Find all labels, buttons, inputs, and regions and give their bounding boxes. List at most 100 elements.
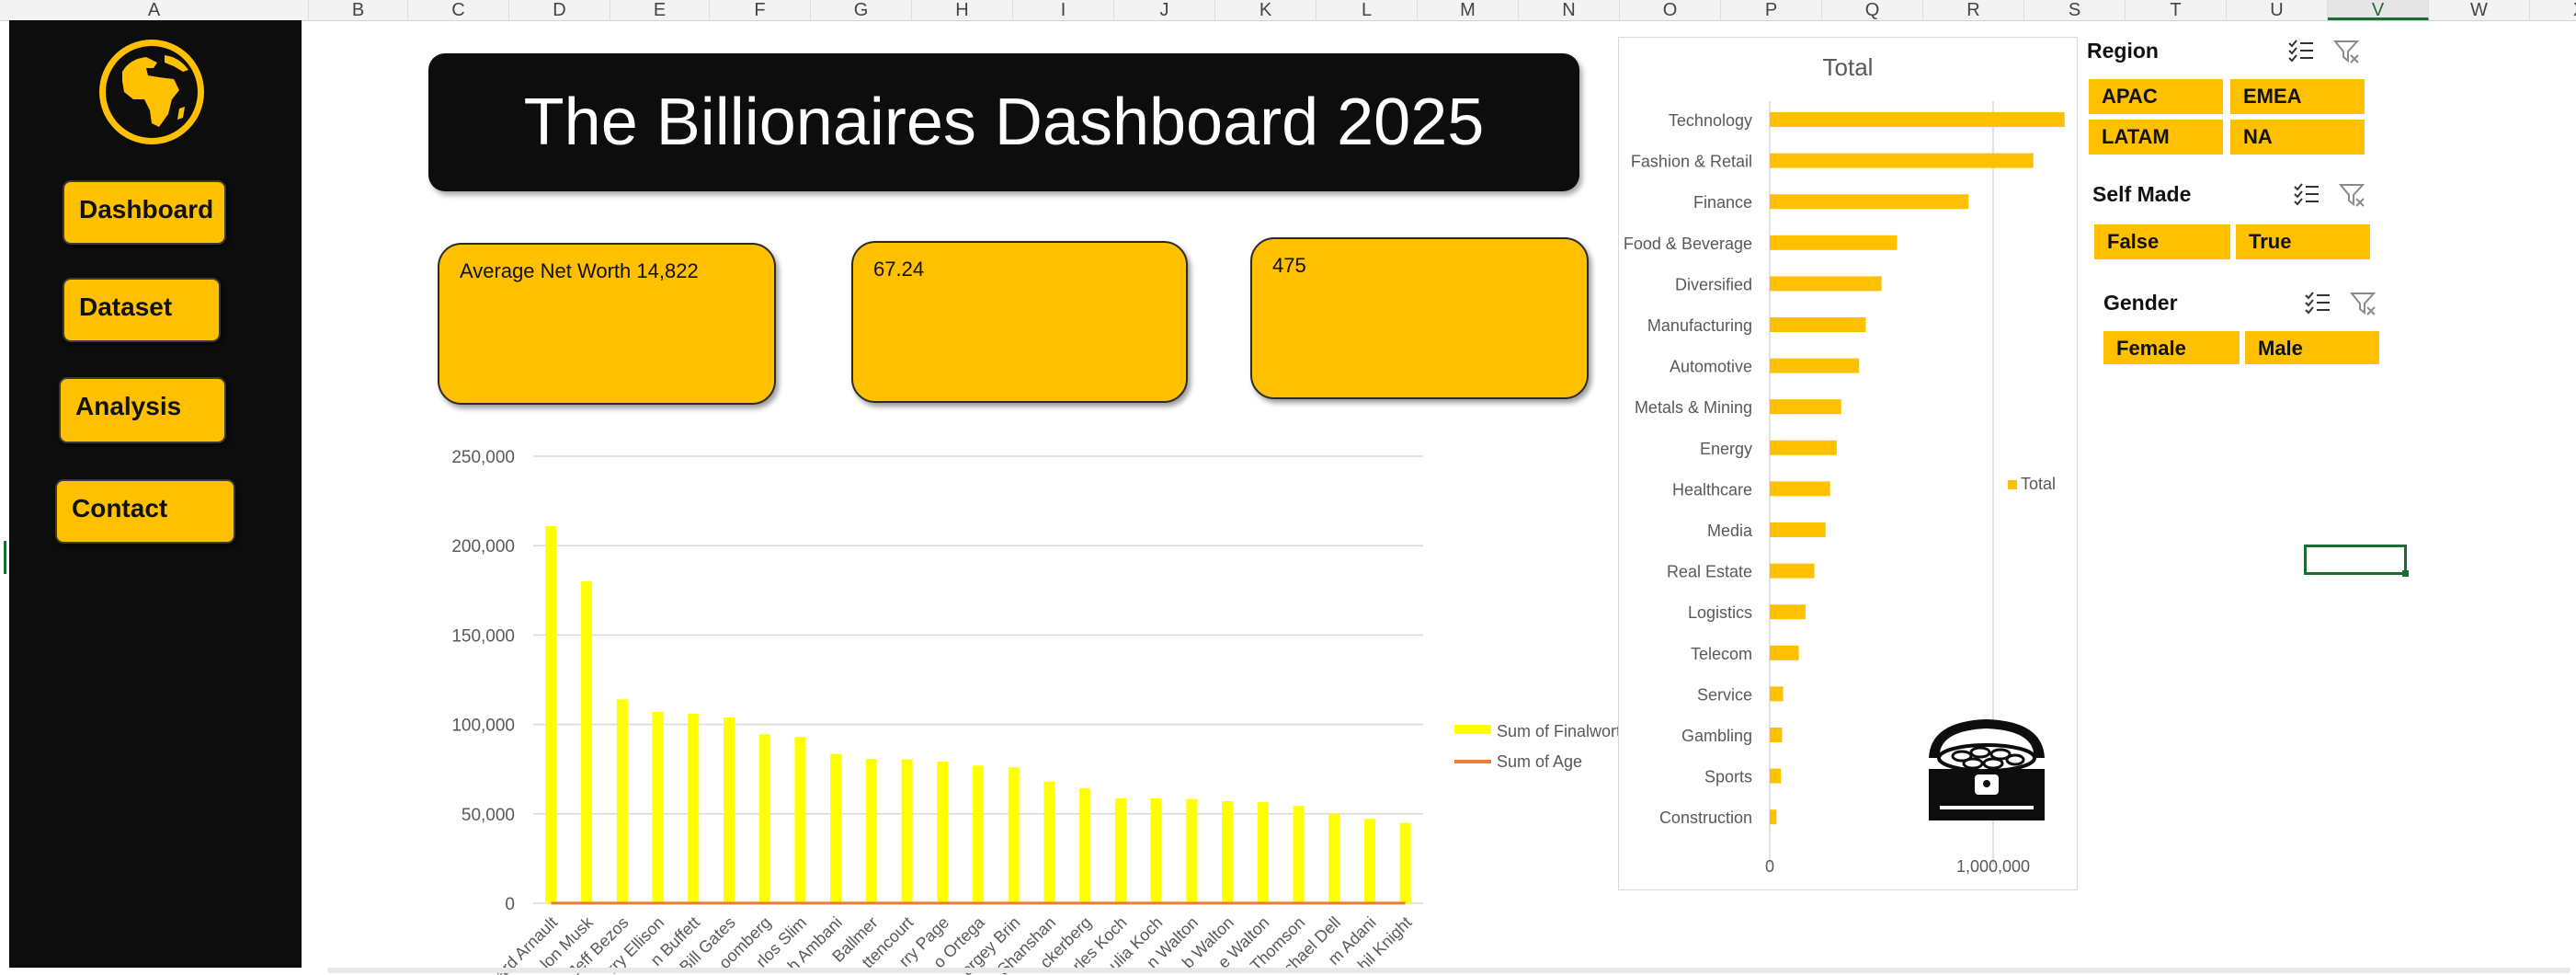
y-category-label: Media xyxy=(1707,522,1753,540)
net-worth-column-chart[interactable]: 050,000100,000150,000200,000250,000rnard… xyxy=(405,432,1618,975)
bar-net-worth xyxy=(616,699,628,903)
bar-net-worth xyxy=(1008,767,1020,903)
y-category-label: Healthcare xyxy=(1672,480,1752,499)
slicer-region-apac[interactable]: APAC xyxy=(2089,79,2223,114)
bar-net-worth xyxy=(1222,800,1234,903)
column-header-f[interactable]: F xyxy=(710,0,811,20)
x-tick-label: 0 xyxy=(1765,857,1774,876)
slicer-self-made-true[interactable]: True xyxy=(2236,224,2370,259)
column-header-e[interactable]: E xyxy=(610,0,710,20)
dashboard-title: The Billionaires Dashboard 2025 xyxy=(428,53,1579,191)
column-header-c[interactable]: C xyxy=(408,0,509,20)
column-header-l[interactable]: L xyxy=(1316,0,1418,20)
column-header-k[interactable]: K xyxy=(1215,0,1316,20)
bar-net-worth xyxy=(688,713,700,903)
chart-title: Total xyxy=(1823,53,1874,81)
bar-industry-total xyxy=(1770,645,1799,660)
column-header-q[interactable]: Q xyxy=(1822,0,1923,20)
nav-dashboard-button[interactable]: Dashboard xyxy=(63,180,226,245)
legend-label-total: Total xyxy=(2021,475,2056,493)
column-header-n[interactable]: N xyxy=(1519,0,1620,20)
x-tick-label: 1,000,000 xyxy=(1956,857,2030,876)
row-selection-marker xyxy=(4,541,6,574)
bar-net-worth xyxy=(901,759,913,903)
slicer-region-emea[interactable]: EMEA xyxy=(2230,79,2365,114)
y-category-label: Construction xyxy=(1659,809,1752,827)
y-category-label: Logistics xyxy=(1688,603,1752,622)
column-header-o[interactable]: O xyxy=(1620,0,1721,20)
horizontal-scrollbar[interactable] xyxy=(327,968,2570,973)
nav-analysis-button[interactable]: Analysis xyxy=(59,377,226,443)
column-header-bar: ABCDEFGHIJKLMNOPQRSTUVWX xyxy=(0,0,2576,21)
bar-industry-total xyxy=(1770,604,1806,620)
bar-net-worth xyxy=(1043,781,1055,903)
bar-net-worth xyxy=(937,762,949,903)
slicer-self-made-false[interactable]: False xyxy=(2094,224,2230,259)
clear-filter-icon[interactable] xyxy=(2339,182,2366,208)
y-category-label: Real Estate xyxy=(1667,563,1752,581)
legend-swatch-total xyxy=(2008,480,2017,489)
column-header-t[interactable]: T xyxy=(2126,0,2227,20)
column-header-r[interactable]: R xyxy=(1923,0,2024,20)
bar-net-worth xyxy=(545,525,557,903)
slicer-gender-male[interactable]: Male xyxy=(2245,331,2379,364)
nav-contact-button[interactable]: Contact xyxy=(55,479,235,544)
slicer-gender-title: Gender xyxy=(2103,291,2178,315)
bar-industry-total xyxy=(1770,358,1860,373)
column-header-m[interactable]: M xyxy=(1418,0,1519,20)
multi-select-icon[interactable] xyxy=(2293,182,2320,206)
y-category-label: Automotive xyxy=(1670,358,1752,376)
column-header-b[interactable]: B xyxy=(309,0,408,20)
slicer-region-latam[interactable]: LATAM xyxy=(2089,120,2223,155)
bar-industry-total xyxy=(1770,399,1841,415)
slicer-region-title: Region xyxy=(2087,39,2159,63)
slicer-region-na[interactable]: NA xyxy=(2230,120,2365,155)
column-header-i[interactable]: I xyxy=(1013,0,1114,20)
y-category-label: Gambling xyxy=(1681,727,1752,745)
bar-industry-total xyxy=(1770,440,1837,455)
y-category-label: Energy xyxy=(1700,440,1752,458)
y-category-label: Telecom xyxy=(1691,645,1752,663)
bar-industry-total xyxy=(1770,276,1882,292)
column-header-u[interactable]: U xyxy=(2227,0,2328,20)
column-header-w[interactable]: W xyxy=(2429,0,2530,20)
bar-net-worth xyxy=(1293,806,1305,903)
nav-dataset-button[interactable]: Dataset xyxy=(63,278,221,342)
kpi-average-net-worth: Average Net Worth 14,822 xyxy=(438,243,776,405)
bar-net-worth xyxy=(1186,798,1198,903)
legend-label-age: Sum of Age xyxy=(1497,752,1582,771)
column-header-g[interactable]: G xyxy=(811,0,912,20)
y-category-label: Manufacturing xyxy=(1647,316,1752,335)
y-category-label: Technology xyxy=(1669,111,1752,130)
column-header-a[interactable]: A xyxy=(0,0,309,20)
bar-net-worth xyxy=(865,759,877,903)
bar-net-worth xyxy=(794,737,806,903)
y-category-label: Food & Beverage xyxy=(1624,235,1752,253)
column-header-d[interactable]: D xyxy=(509,0,610,20)
y-tick-label: 0 xyxy=(505,895,515,914)
column-header-v[interactable]: V xyxy=(2328,0,2429,20)
bar-net-worth xyxy=(830,753,842,903)
bar-net-worth xyxy=(1328,813,1340,903)
bar-industry-total xyxy=(1770,809,1777,825)
bar-net-worth xyxy=(1399,822,1411,903)
column-header-h[interactable]: H xyxy=(912,0,1013,20)
column-header-s[interactable]: S xyxy=(2024,0,2126,20)
selected-cell[interactable] xyxy=(2304,545,2409,577)
clear-filter-icon[interactable] xyxy=(2350,291,2377,316)
y-tick-label: 100,000 xyxy=(451,717,515,736)
column-header-p[interactable]: P xyxy=(1721,0,1822,20)
bar-industry-total xyxy=(1770,728,1783,742)
y-category-label: Metals & Mining xyxy=(1635,398,1752,417)
bar-industry-total xyxy=(1770,522,1826,537)
multi-select-icon[interactable] xyxy=(2304,291,2331,315)
bar-industry-total xyxy=(1770,563,1815,579)
multi-select-icon[interactable] xyxy=(2287,39,2315,63)
clear-filter-icon[interactable] xyxy=(2333,39,2361,64)
bar-net-worth xyxy=(1363,819,1375,903)
bar-industry-total xyxy=(1770,194,1969,210)
y-category-label: Fashion & Retail xyxy=(1631,153,1752,171)
slicer-gender-female[interactable]: Female xyxy=(2103,331,2240,364)
column-header-x[interactable]: X xyxy=(2530,0,2576,20)
column-header-j[interactable]: J xyxy=(1114,0,1215,20)
